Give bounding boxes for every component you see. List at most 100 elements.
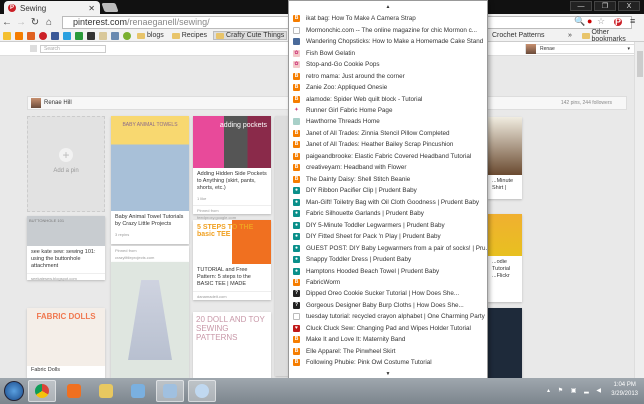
bookmark-menu-item[interactable]: Bcreativeyarn: Headband with Flower [289, 162, 487, 173]
url-path: /renaeganell/sewing/ [127, 17, 210, 27]
bookmark-menu-item[interactable]: ✦ Runner Girl Fabric Home Page [289, 105, 487, 116]
facebook-icon[interactable] [51, 31, 59, 40]
tab-sewing[interactable]: P Sewing ✕ [4, 1, 100, 15]
bookmark-menu-item[interactable]: B Janet of All Trades: Zinnia Stencil Pil… [289, 128, 487, 139]
search-input[interactable]: Search [40, 45, 106, 53]
blogger-icon: B [293, 175, 300, 183]
bookmark-folder-recipes[interactable]: Recipes [170, 32, 209, 39]
bookmark-menu-item[interactable]: Mormonchic.com -- The online magazine fo… [289, 24, 487, 35]
bookmark-menu-item[interactable]: B Elle Apparel: The Pinwheel Skirt [289, 346, 487, 357]
bookmark-menu-item[interactable]: B FabricWorm [289, 277, 487, 288]
minimize-button[interactable]: — [570, 1, 592, 11]
scroll-up-arrow[interactable]: ▲ [289, 1, 487, 13]
pinterest-icon[interactable] [39, 31, 47, 40]
add-pin-button[interactable]: + Add a pin [27, 116, 105, 212]
bookmark-icon[interactable] [3, 31, 11, 40]
bookmark-menu-item[interactable]: B Make It and Love It: Maternity Band [289, 334, 487, 345]
bookmark-menu-item[interactable]: ● DIY Fitted Sheet for Pack 'n Play | Pru… [289, 231, 487, 242]
back-icon[interactable]: ← [0, 17, 14, 28]
pin-card[interactable]: Pinned from crazylittleprojects.com [111, 246, 189, 262]
menu-item-label: FabricWorm [306, 279, 341, 287]
pin-card[interactable] [488, 308, 522, 378]
bookmark-menu-item[interactable]: Bikat bag: How To Make A Camera Strap [289, 13, 487, 24]
taskbar-explorer[interactable] [92, 380, 120, 402]
bookmark-menu-item[interactable]: ● GUEST POST: DIY Baby Legwarmers from a … [289, 242, 487, 253]
scrollbar-thumb[interactable] [637, 51, 643, 77]
pin-card[interactable] [275, 116, 289, 376]
scroll-down-arrow[interactable]: ▼ [289, 371, 487, 377]
bookmark-menu-item[interactable]: ● Snappy Toddler Dress | Prudent Baby [289, 254, 487, 265]
bookmark-folder-blogs[interactable]: blogs [135, 32, 166, 39]
prudent-icon: ● [293, 244, 300, 252]
goodreads-icon[interactable] [99, 31, 107, 40]
profile-name[interactable]: Renae Hill [44, 100, 72, 106]
search-icon[interactable]: 🔍 [574, 16, 585, 27]
bookmark-menu-item[interactable]: ✿ Stop-and-Go Cookie Pops [289, 59, 487, 70]
taskbar-paint[interactable] [188, 380, 216, 402]
bookmark-folder-crochet-patterns[interactable]: Crochet Patterns [490, 32, 547, 39]
page-scrollbar[interactable] [634, 42, 644, 378]
other-bookmarks[interactable]: Other bookmarks [580, 29, 644, 43]
clock[interactable]: 1:04 PM 3/29/2013 [611, 381, 638, 399]
close-window-button[interactable]: X [618, 1, 640, 11]
bookmark-menu-item[interactable]: tuesday tutorial: recycled crayon alphab… [289, 311, 487, 322]
bookmark-menu-item[interactable]: Bretro mama: Just around the corner [289, 70, 487, 81]
adblock-icon[interactable]: ● [587, 16, 592, 26]
bookmark-folder-crafty-cute-things[interactable]: Crafty Cute Things [213, 31, 288, 40]
taskbar-editor[interactable] [156, 380, 184, 402]
etsy-icon[interactable] [27, 31, 35, 40]
bookmark-menu-item[interactable]: ? Gorgeous Designer Baby Burp Cloths | Ho… [289, 300, 487, 311]
bookmark-menu-item[interactable]: ● Fabric Silhouette Garlands | Prudent Ba… [289, 208, 487, 219]
pin-card[interactable]: ...Minute Shirt | [488, 117, 522, 199]
star-icon[interactable]: ☆ [597, 16, 605, 27]
pin-card[interactable]: BABY ANIMAL TOWELS Baby Animal Towel Tut… [111, 116, 189, 244]
forward-icon[interactable]: → [14, 17, 28, 28]
star-icon[interactable] [75, 31, 83, 40]
pin-it-icon[interactable]: P [614, 17, 622, 27]
bookmark-menu-item[interactable]: B The Dainty Daisy: Shell Stitch Beanie [289, 174, 487, 185]
bookmark-menu-item[interactable]: ● Man-Gift! Toiletry Bag with Oil Cloth G… [289, 197, 487, 208]
pin-card[interactable]: BUTTONHOLE 101 see kate sew: sewing 101:… [27, 216, 105, 281]
bookmark-menu-item[interactable]: ? Dipped Oreo Cookie Sucker Tutorial | Ho… [289, 288, 487, 299]
categories-menu-icon[interactable] [30, 45, 37, 52]
pin-card[interactable]: ...odie Tutorial ...Flickr [488, 214, 522, 302]
bookmark-menu-item[interactable]: Balamode: Spider Web quilt block - Tutor… [289, 93, 487, 104]
bookmark-menu-item[interactable]: ● DIY 5-Minute Toddler Legwarmers | Prude… [289, 219, 487, 230]
bookmark-menu-item[interactable]: ● DIY Ribbon Pacifier Clip | Prudent Baby [289, 185, 487, 196]
user-menu[interactable]: Renae ▾ [525, 44, 635, 54]
menu-item-label: Man-Gift! Toiletry Bag with Oil Cloth Go… [306, 198, 480, 206]
home-icon[interactable]: ⌂ [42, 17, 56, 28]
pin-card[interactable] [111, 262, 189, 378]
pin-card[interactable]: 20 DOLL AND TOY SEWING PATTERNS [193, 312, 271, 378]
bookmark-menu-item[interactable]: B Janet of All Trades: Heather Bailey Scr… [289, 139, 487, 150]
taskbar-calculator[interactable] [124, 380, 152, 402]
taskbar-media-player[interactable] [60, 380, 88, 402]
bookmarks-overflow[interactable]: » [568, 32, 572, 39]
blogger-icon[interactable] [15, 31, 23, 40]
bookmark-menu-item[interactable]: ✿ Fish Bowl Gelatin [289, 47, 487, 58]
bookmark-icon[interactable] [87, 31, 95, 40]
pin-card[interactable]: 5 STEPS TO THE basic TEE TUTORIAL and Fr… [193, 220, 271, 300]
bookmark-menu-item[interactable]: ● Hamptons Hooded Beach Towel | Prudent B… [289, 265, 487, 276]
bookmark-icon[interactable] [63, 31, 71, 40]
menu-icon[interactable]: ≡ [630, 16, 635, 26]
pin-card[interactable]: adding pockets Adding Hidden Side Pocket… [193, 116, 271, 220]
new-tab-button[interactable] [101, 3, 119, 12]
reload-icon[interactable]: ↻ [28, 17, 42, 28]
taskbar-chrome[interactable] [28, 380, 56, 402]
bookmark-icon[interactable] [111, 31, 119, 40]
bookmark-menu-item[interactable]: Bpaigeandbrooke: Elastic Fabric Covered … [289, 151, 487, 162]
close-tab-icon[interactable]: ✕ [88, 4, 95, 13]
bookmark-menu-item[interactable]: ♥ Cluck Cluck Sew: Changing Pad and Wipes… [289, 323, 487, 334]
start-button[interactable] [4, 381, 24, 401]
pin-card[interactable]: FABRIC DOLLS Fabric Dolls [27, 308, 105, 378]
restore-button[interactable]: ❐ [594, 1, 616, 11]
prudent-icon: ● [293, 256, 300, 264]
system-tray-icons[interactable]: ▴ ⚑ ▣ ▂ ◀ [547, 387, 604, 394]
bookmark-icon[interactable] [123, 31, 131, 40]
bookmark-menu-item[interactable]: B Zanie Zoo: Appliqued Onesie [289, 82, 487, 93]
bookmark-menu-item[interactable]: Wandering Chopsticks: How to Make a Home… [289, 36, 487, 47]
bookmark-menu-item[interactable]: B Following Phubie: Pink Owl Costume Tuto… [289, 357, 487, 368]
menu-item-label: DIY 5-Minute Toddler Legwarmers | Pruden… [306, 221, 445, 229]
bookmark-menu-item[interactable]: Hawthorne Threads Home [289, 116, 487, 127]
